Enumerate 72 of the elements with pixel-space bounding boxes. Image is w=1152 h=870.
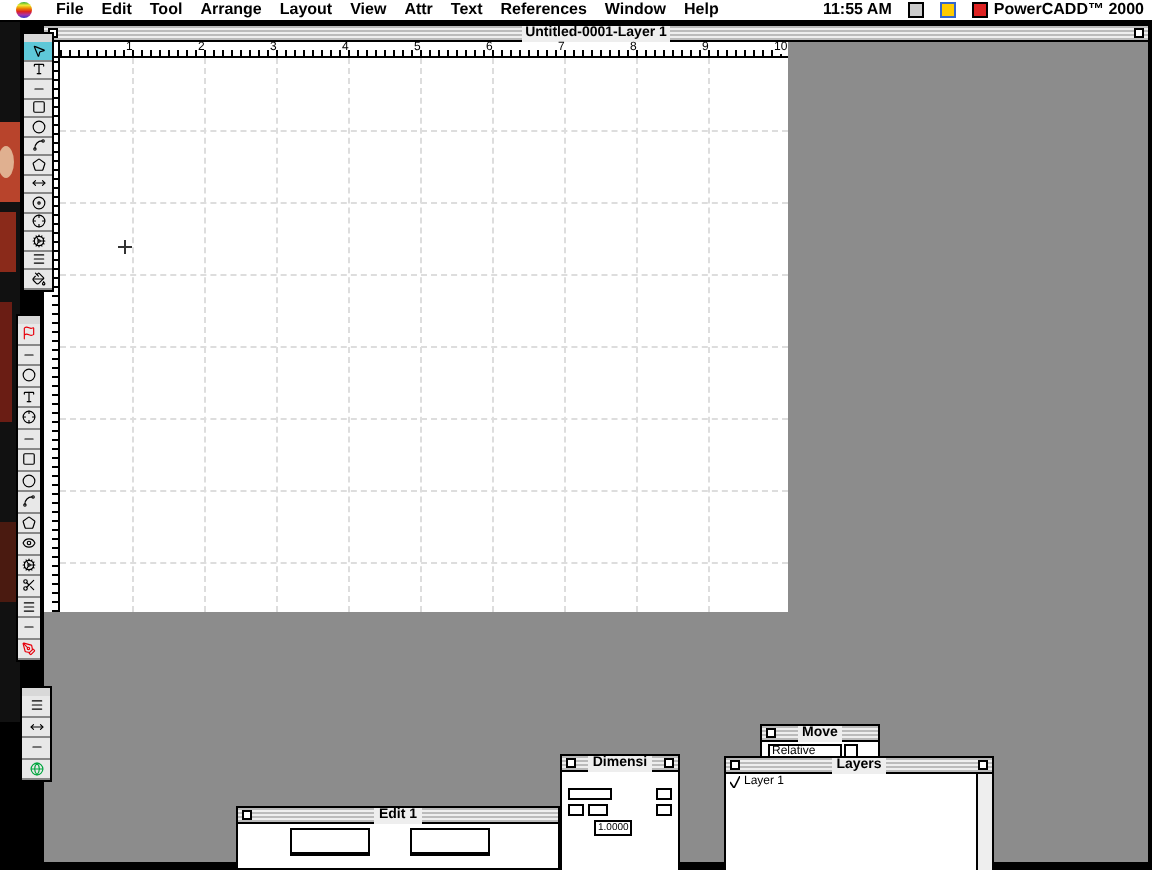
- tool-button[interactable]: [18, 366, 40, 387]
- tool-button[interactable]: [18, 597, 40, 618]
- scissors-icon: [22, 578, 36, 593]
- lines-icon: [29, 698, 43, 713]
- tool-button[interactable]: [18, 387, 40, 408]
- arrow-icon: [31, 43, 45, 58]
- tool-button[interactable]: [18, 513, 40, 534]
- menu-item[interactable]: Help: [684, 0, 719, 22]
- eye-icon: [22, 536, 36, 551]
- curve-icon: [31, 138, 45, 153]
- double-arrow-icon: [29, 719, 43, 734]
- double-arrow-icon: [31, 176, 45, 191]
- crosshair-icon: [22, 410, 36, 425]
- tool-button[interactable]: [24, 156, 52, 175]
- menu-item[interactable]: Arrange: [200, 0, 262, 22]
- crosshair-icon: [31, 214, 45, 229]
- close-box[interactable]: [242, 810, 252, 820]
- menu-item[interactable]: View: [350, 0, 387, 22]
- zoom-box[interactable]: [664, 758, 674, 768]
- tool-button[interactable]: [22, 696, 50, 717]
- tool-button[interactable]: [24, 232, 52, 251]
- paint-bucket-icon: [31, 271, 45, 286]
- close-box[interactable]: [566, 758, 576, 768]
- tool-button[interactable]: [18, 555, 40, 576]
- curve-icon: [22, 494, 36, 509]
- clock: 11:55 AM: [822, 0, 892, 22]
- menu-item[interactable]: File: [56, 0, 84, 22]
- tool-button[interactable]: [18, 534, 40, 555]
- tool-button[interactable]: [18, 471, 40, 492]
- close-box[interactable]: [730, 760, 740, 770]
- scroll-bar[interactable]: [976, 774, 992, 870]
- close-box[interactable]: [766, 728, 776, 738]
- tool-button[interactable]: [22, 717, 50, 738]
- rectangle-icon: [22, 452, 36, 467]
- check-icon[interactable]: [730, 776, 740, 788]
- menu-item[interactable]: References: [500, 0, 587, 22]
- menu-item[interactable]: Attr: [404, 0, 433, 22]
- lines-icon: [31, 252, 45, 267]
- circle-icon: [31, 119, 45, 134]
- globe-icon: [29, 761, 43, 776]
- tool-button[interactable]: [18, 450, 40, 471]
- input-field[interactable]: [290, 828, 370, 856]
- polygon-icon: [22, 515, 36, 530]
- menu-item[interactable]: Tool: [149, 0, 183, 22]
- text-tool-icon: [31, 62, 45, 77]
- apple-icon[interactable]: [16, 2, 32, 18]
- input-field[interactable]: [410, 828, 490, 856]
- flag-icon: [22, 326, 36, 341]
- tool-button[interactable]: [18, 492, 40, 513]
- pen-icon: [22, 641, 36, 656]
- circle-icon: [22, 473, 36, 488]
- tool-button[interactable]: [18, 408, 40, 429]
- text-tool-icon: [22, 389, 36, 404]
- menu-item[interactable]: Text: [450, 0, 483, 22]
- app-menu[interactable]: PowerCADD™ 2000: [993, 0, 1144, 22]
- menu-item[interactable]: Edit: [101, 0, 132, 22]
- crosshair-cursor-icon: [118, 240, 132, 254]
- rectangle-icon: [31, 100, 45, 115]
- tool-button[interactable]: [24, 270, 52, 289]
- tool-button[interactable]: [24, 42, 52, 61]
- zoom-box[interactable]: [1134, 28, 1144, 38]
- tool-button[interactable]: [18, 576, 40, 597]
- menu-item[interactable]: Window: [604, 0, 667, 22]
- circle-icon: [22, 368, 36, 383]
- polygon-icon: [31, 157, 45, 172]
- lines-icon: [22, 599, 36, 614]
- menu-item[interactable]: Layout: [279, 0, 333, 22]
- tool-button[interactable]: [24, 194, 52, 213]
- arc-icon: [31, 195, 45, 210]
- zoom-box[interactable]: [978, 760, 988, 770]
- tool-button[interactable]: [24, 118, 52, 137]
- option-button[interactable]: [568, 788, 612, 800]
